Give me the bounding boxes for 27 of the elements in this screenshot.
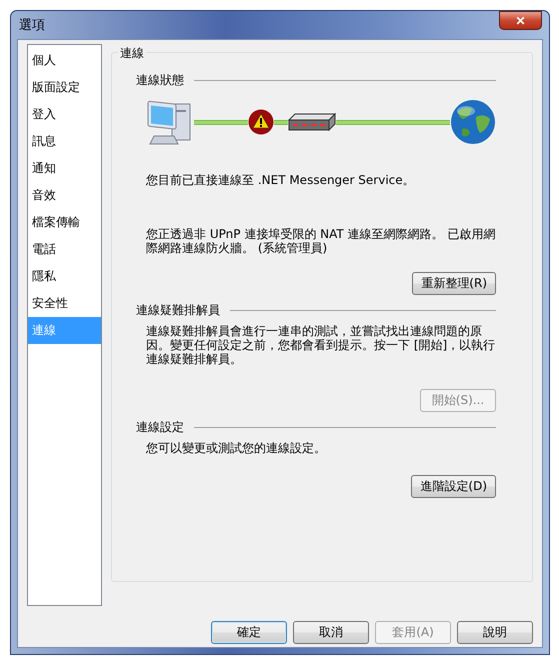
- sidebar-item[interactable]: 訊息: [28, 128, 101, 155]
- globe-icon: [450, 99, 496, 145]
- sidebar-item[interactable]: 電話: [28, 236, 101, 263]
- status-text: 您目前已直接連線至 .NET Messenger Service。: [145, 173, 416, 187]
- section-heading: 連線設定: [136, 418, 184, 436]
- sidebar-item[interactable]: 通知: [28, 155, 101, 182]
- window-title: 選項: [19, 17, 45, 34]
- refresh-button[interactable]: 重新整理(R): [412, 272, 496, 295]
- router-icon: [288, 112, 336, 132]
- close-button[interactable]: ✕: [499, 11, 542, 30]
- dialog-button[interactable]: 確定: [211, 621, 287, 644]
- sidebar-item[interactable]: 隱私: [28, 263, 101, 290]
- dialog-button[interactable]: 說明: [457, 621, 533, 644]
- sidebar-item[interactable]: 音效: [28, 182, 101, 209]
- status-text: 您正透過非 UPnP 連接埠受限的 NAT 連線至網際網路。 已啟用網際網路連線防火牆。 (系統管理員): [145, 227, 496, 255]
- section-heading: 連線狀態: [136, 72, 184, 88]
- sidebar-item[interactable]: 登入: [28, 101, 101, 128]
- description-text: 您可以變更或測試您的連線設定。: [145, 441, 327, 455]
- action-button[interactable]: 進階設定(D): [411, 475, 496, 498]
- sidebar-item[interactable]: 檔案傳輸: [28, 209, 101, 236]
- description-text: 連線疑難排解員會進行一連串的測試，並嘗試找出連線問題的原因。變更任何設定之前，您都會看到提示。按一下 [開始]，以執行連線疑難排解員。: [145, 324, 496, 366]
- section-heading: 連線疑難排解員: [136, 302, 220, 318]
- dialog-button[interactable]: 取消: [293, 621, 369, 644]
- warning-icon: [248, 109, 274, 135]
- sidebar-item[interactable]: 版面設定: [28, 74, 101, 101]
- sidebar-item[interactable]: 個人: [28, 47, 101, 74]
- sidebar-item[interactable]: 安全性: [28, 290, 101, 317]
